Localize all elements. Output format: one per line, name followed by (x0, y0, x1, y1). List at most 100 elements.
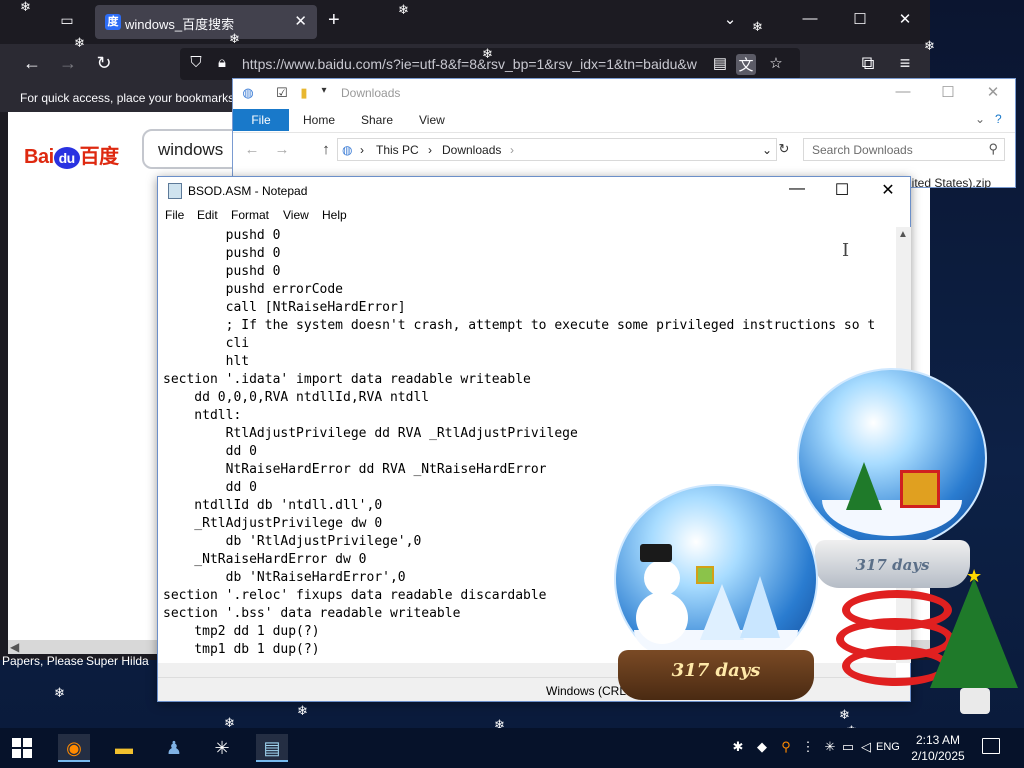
new-tab-button[interactable]: + (328, 9, 340, 32)
code-line: _NtRaiseHardError dw 0 (163, 552, 367, 567)
scroll-up-icon[interactable]: ▲ (898, 229, 908, 240)
breadcrumb-downloads[interactable]: Downloads (442, 143, 501, 157)
notepad-close-icon[interactable]: ✕ (876, 180, 900, 200)
snowflake-icon: ❄ (839, 707, 850, 722)
ribbon-tab-view[interactable]: View (419, 113, 445, 127)
breadcrumb-this-pc[interactable]: This PC (376, 143, 419, 157)
ribbon-tab-home[interactable]: Home (303, 113, 335, 127)
minimize-icon[interactable]: — (800, 10, 820, 27)
app-menu-icon[interactable]: ≡ (893, 53, 917, 74)
tray-app-icon[interactable]: ✱ (730, 739, 746, 755)
taskbar-snow-app-icon[interactable]: ✳ (206, 734, 238, 762)
code-line: pushd 0 (163, 264, 281, 279)
bookmark-star-icon[interactable]: ☆ (766, 54, 786, 72)
tray-droplet-icon[interactable]: ◆ (754, 739, 770, 755)
tray-snowflake-icon[interactable]: ✳ (822, 739, 838, 755)
explorer-address-bar[interactable]: ◍ › This PC › Downloads › ⌄ (337, 138, 777, 161)
menu-help[interactable]: Help (322, 208, 347, 222)
breadcrumb-separator-icon[interactable]: › (510, 143, 514, 157)
explorer-back-icon[interactable]: ← (243, 141, 261, 158)
code-line: tmp2 dd 1 dup(?) (163, 624, 320, 639)
snowflake-icon: ❄ (398, 2, 409, 17)
taskbar-notepad-icon[interactable]: ▤ (256, 734, 288, 762)
explorer-ribbon: File Home Share View ⌄ ? (233, 107, 1015, 133)
action-center-icon[interactable] (982, 738, 1000, 754)
start-button[interactable] (12, 738, 32, 758)
taskbar-file-explorer-icon[interactable]: ▬ (108, 734, 140, 762)
clock[interactable]: 2:13 AM 2/10/2025 (905, 732, 971, 764)
volume-muted-icon[interactable]: ◁ (858, 739, 874, 755)
new-folder-icon[interactable]: ▮ (295, 85, 313, 101)
explorer-close-icon[interactable]: ✕ (983, 83, 1003, 101)
translate-icon[interactable]: 文 (736, 54, 756, 75)
small-gift-icon (696, 566, 714, 584)
help-icon[interactable]: ? (995, 112, 1002, 126)
taskbar-app-icon[interactable]: ♟ (158, 734, 190, 762)
baidu-logo[interactable]: Bai du 百度 (24, 140, 119, 169)
properties-icon[interactable]: ☑ (273, 85, 291, 101)
expand-ribbon-icon[interactable]: ⌄ (975, 112, 985, 126)
notepad-minimize-icon[interactable]: — (785, 180, 809, 198)
ribbon-tab-share[interactable]: Share (361, 113, 393, 127)
frosted-tree-icon (740, 576, 780, 638)
this-pc-icon: ◍ (342, 143, 353, 157)
menu-view[interactable]: View (283, 208, 309, 222)
snowman-head-icon (644, 560, 680, 596)
code-line: dd 0,0,0,RVA ntdllId,RVA ntdll (163, 390, 430, 405)
mouse-ibeam-cursor-icon: I (842, 240, 850, 261)
breadcrumb-separator-icon[interactable]: › (360, 143, 364, 157)
code-line: ; If the system doesn't crash, attempt t… (163, 318, 876, 333)
clock-time: 2:13 AM (915, 733, 961, 747)
code-line: dd 0 (163, 480, 257, 495)
notepad-maximize-icon[interactable]: ☐ (830, 180, 854, 200)
explorer-maximize-icon[interactable]: ☐ (938, 83, 958, 101)
menu-edit[interactable]: Edit (197, 208, 218, 222)
desktop-label-papers-please[interactable]: Papers, Please (2, 654, 83, 668)
lock-icon[interactable]: 🔒︎ (212, 54, 232, 71)
taskbar-firefox-icon[interactable]: ◉ (58, 734, 90, 762)
tray-grid-icon[interactable]: ⋮ (800, 739, 816, 755)
desktop-label-super-hilda[interactable]: Super Hilda (86, 654, 149, 668)
code-line: tmp1 db 1 dup(?) (163, 642, 320, 657)
notepad-app-icon (168, 183, 182, 199)
code-line: db 'NtRaiseHardError',0 (163, 570, 406, 585)
search-query[interactable]: windows (158, 140, 223, 160)
maximize-icon[interactable]: ☐ (850, 10, 870, 28)
reload-icon[interactable]: ↻ (92, 53, 116, 74)
tab-bar: ▭ 度 windows_百度搜索 ✕ + ⌄ — ☐ ✕ (0, 0, 930, 44)
tab-close-icon[interactable]: ✕ (294, 12, 307, 30)
customize-quick-access-icon[interactable]: ▾ (315, 85, 333, 96)
tracking-protection-shield-icon[interactable]: ⛉ (186, 54, 206, 71)
ribbon-tab-file[interactable]: File (233, 109, 289, 131)
forward-icon[interactable]: → (56, 53, 80, 74)
menu-format[interactable]: Format (231, 208, 269, 222)
snowflake-icon: ❄ (297, 703, 308, 718)
baidu-paw-icon: du (53, 146, 80, 169)
explorer-forward-icon[interactable]: → (273, 141, 291, 158)
network-icon[interactable]: ▭ (840, 739, 856, 755)
explorer-up-icon[interactable]: ↑ (317, 141, 335, 158)
explorer-minimize-icon[interactable]: — (893, 83, 913, 100)
explorer-refresh-icon[interactable]: ↻ (775, 141, 793, 157)
tray-search-icon[interactable]: ⚲ (778, 739, 794, 755)
input-language-indicator[interactable]: ENG (876, 741, 900, 753)
tree-star-icon: ★ (966, 566, 983, 586)
close-window-icon[interactable]: ✕ (895, 10, 915, 28)
christmas-tree-icon (930, 578, 1018, 688)
gift-box-icon (900, 470, 940, 508)
extensions-icon[interactable]: ⧉ (856, 53, 880, 74)
explorer-search-input[interactable]: Search Downloads ⚲ (803, 138, 1005, 161)
reader-view-icon[interactable]: ▤ (710, 54, 730, 72)
url-text[interactable]: https://www.baidu.com/s?ie=utf-8&f=8&rsv… (242, 56, 712, 72)
baidu-logo-cn: 百度 (79, 146, 120, 168)
breadcrumb-separator-icon[interactable]: › (428, 143, 432, 157)
list-all-tabs-icon[interactable]: ⌄ (720, 10, 740, 28)
tab-list-icon[interactable]: ▭ (56, 12, 78, 32)
back-icon[interactable]: ← (20, 53, 44, 74)
frosted-tree-icon (700, 584, 744, 640)
menu-file[interactable]: File (165, 208, 184, 222)
address-dropdown-icon[interactable]: ⌄ (762, 143, 772, 157)
scroll-left-icon[interactable]: ◀ (10, 640, 19, 654)
tab-baidu-search[interactable]: 度 windows_百度搜索 ✕ (95, 5, 317, 39)
file-list-item[interactable]: nited States).zip (905, 176, 991, 190)
